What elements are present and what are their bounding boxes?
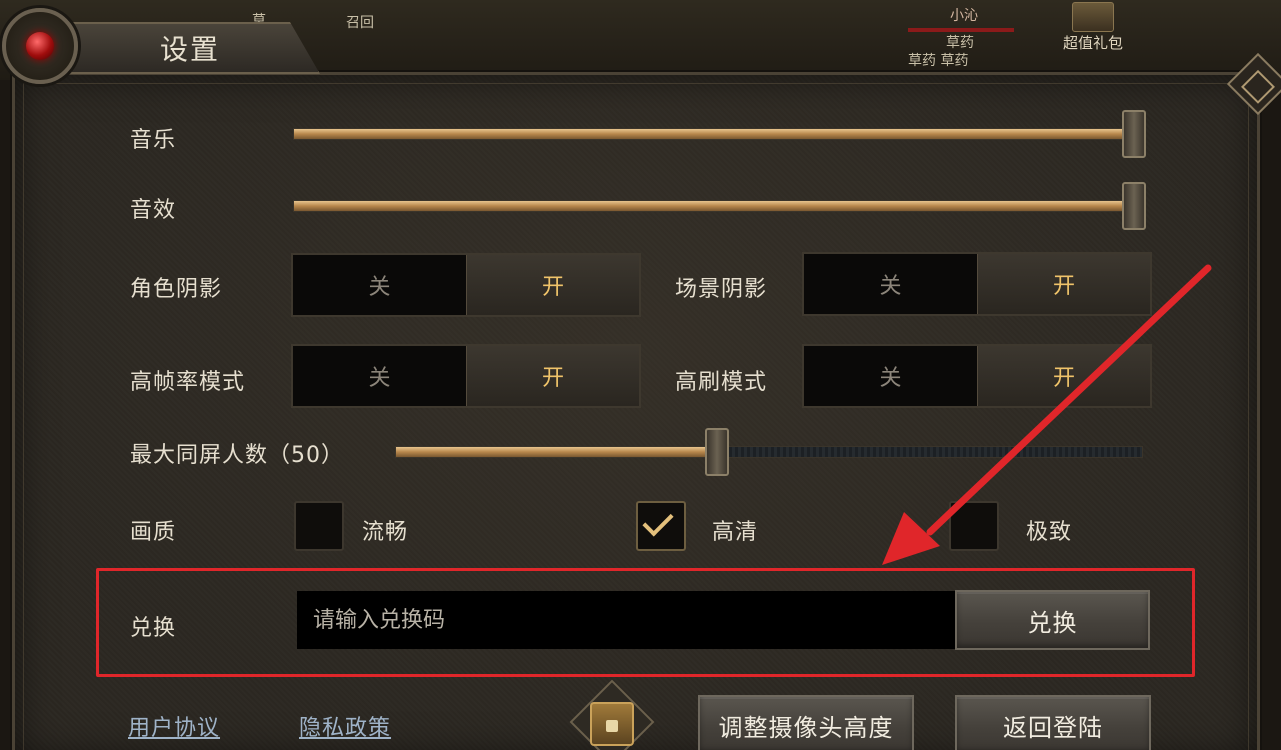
adjust-camera-height-button[interactable]: 调整摄像头高度 — [698, 695, 914, 750]
user-agreement-link[interactable]: 用户协议 — [128, 710, 220, 742]
privacy-policy-link[interactable]: 隐私政策 — [299, 710, 391, 742]
back-to-login-button[interactable]: 返回登陆 — [955, 695, 1151, 750]
annotation-arrow — [882, 264, 1212, 565]
arrow-shaft — [926, 264, 1212, 536]
arrow-head — [882, 512, 940, 565]
treasure-chest-icon[interactable] — [566, 679, 658, 750]
